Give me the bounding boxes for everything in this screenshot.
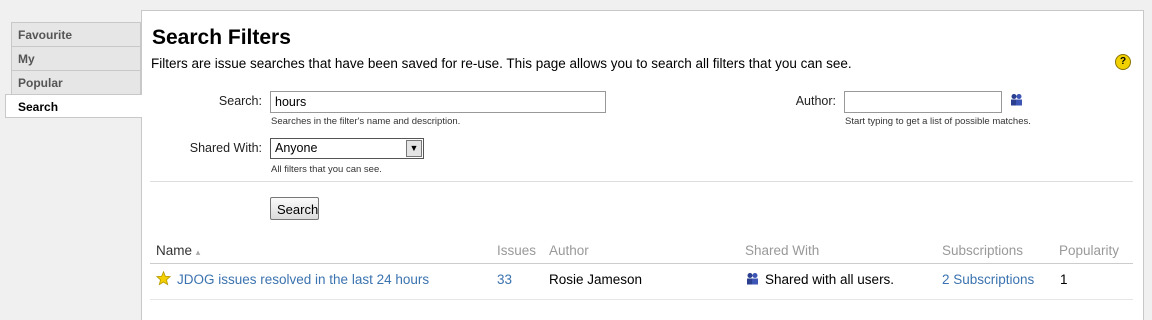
author-name: Rosie Jameson <box>549 272 643 287</box>
name-header-label: Name <box>156 243 193 258</box>
page-description: Filters are issue searches that have bee… <box>151 56 852 71</box>
shared-with-select[interactable]: Anyone ▼ <box>270 138 424 159</box>
tab-search[interactable]: Search <box>5 94 142 118</box>
shared-with-value: Shared with all users. <box>765 272 895 287</box>
column-header-subscriptions: Subscriptions <box>942 243 1024 258</box>
form-divider <box>150 181 1133 182</box>
shared-with-value: Anyone <box>275 141 318 155</box>
user-picker-icon[interactable] <box>1010 93 1023 106</box>
search-button[interactable]: Search <box>270 197 319 220</box>
search-label: Search: <box>218 94 262 108</box>
shared-with-hint: All filters that you can see. <box>271 164 382 175</box>
column-header-issues: Issues <box>497 243 537 258</box>
author-label: Author: <box>795 94 836 108</box>
search-input[interactable]: hours <box>270 91 606 113</box>
tab-my[interactable]: My <box>11 46 141 70</box>
sort-ascending-icon: ▴ <box>195 247 201 257</box>
tab-popular[interactable]: Popular <box>11 70 141 94</box>
column-header-name[interactable]: Name ▴ <box>156 243 200 258</box>
favourite-star-icon[interactable] <box>156 271 171 286</box>
group-users-icon <box>747 273 758 285</box>
author-hint: Start typing to get a list of possible m… <box>845 116 1031 127</box>
column-header-popularity: Popularity <box>1059 243 1120 258</box>
chevron-down-icon[interactable]: ▼ <box>406 140 422 157</box>
question-mark-icon[interactable]: ? <box>1115 54 1131 70</box>
search-hint: Searches in the filter's name and descri… <box>271 116 461 127</box>
column-header-author: Author <box>549 243 589 258</box>
header-divider <box>150 263 1133 264</box>
subscriptions-link[interactable]: 2 Subscriptions <box>942 272 1034 287</box>
tab-favourite[interactable]: Favourite <box>11 22 141 46</box>
search-filters-panel: Search Filters Filters are issue searche… <box>141 10 1144 320</box>
row-divider <box>150 299 1133 300</box>
page-title: Search Filters <box>152 26 291 49</box>
shared-with-label: Shared With: <box>189 141 262 155</box>
popularity-value: 1 <box>1060 272 1068 287</box>
filter-tabs: Favourite My Popular Search <box>5 22 142 118</box>
issues-count-link[interactable]: 33 <box>497 272 512 287</box>
author-input[interactable] <box>844 91 1002 113</box>
filter-name-link[interactable]: JDOG issues resolved in the last 24 hour… <box>177 272 429 287</box>
column-header-shared-with: Shared With <box>745 243 820 258</box>
